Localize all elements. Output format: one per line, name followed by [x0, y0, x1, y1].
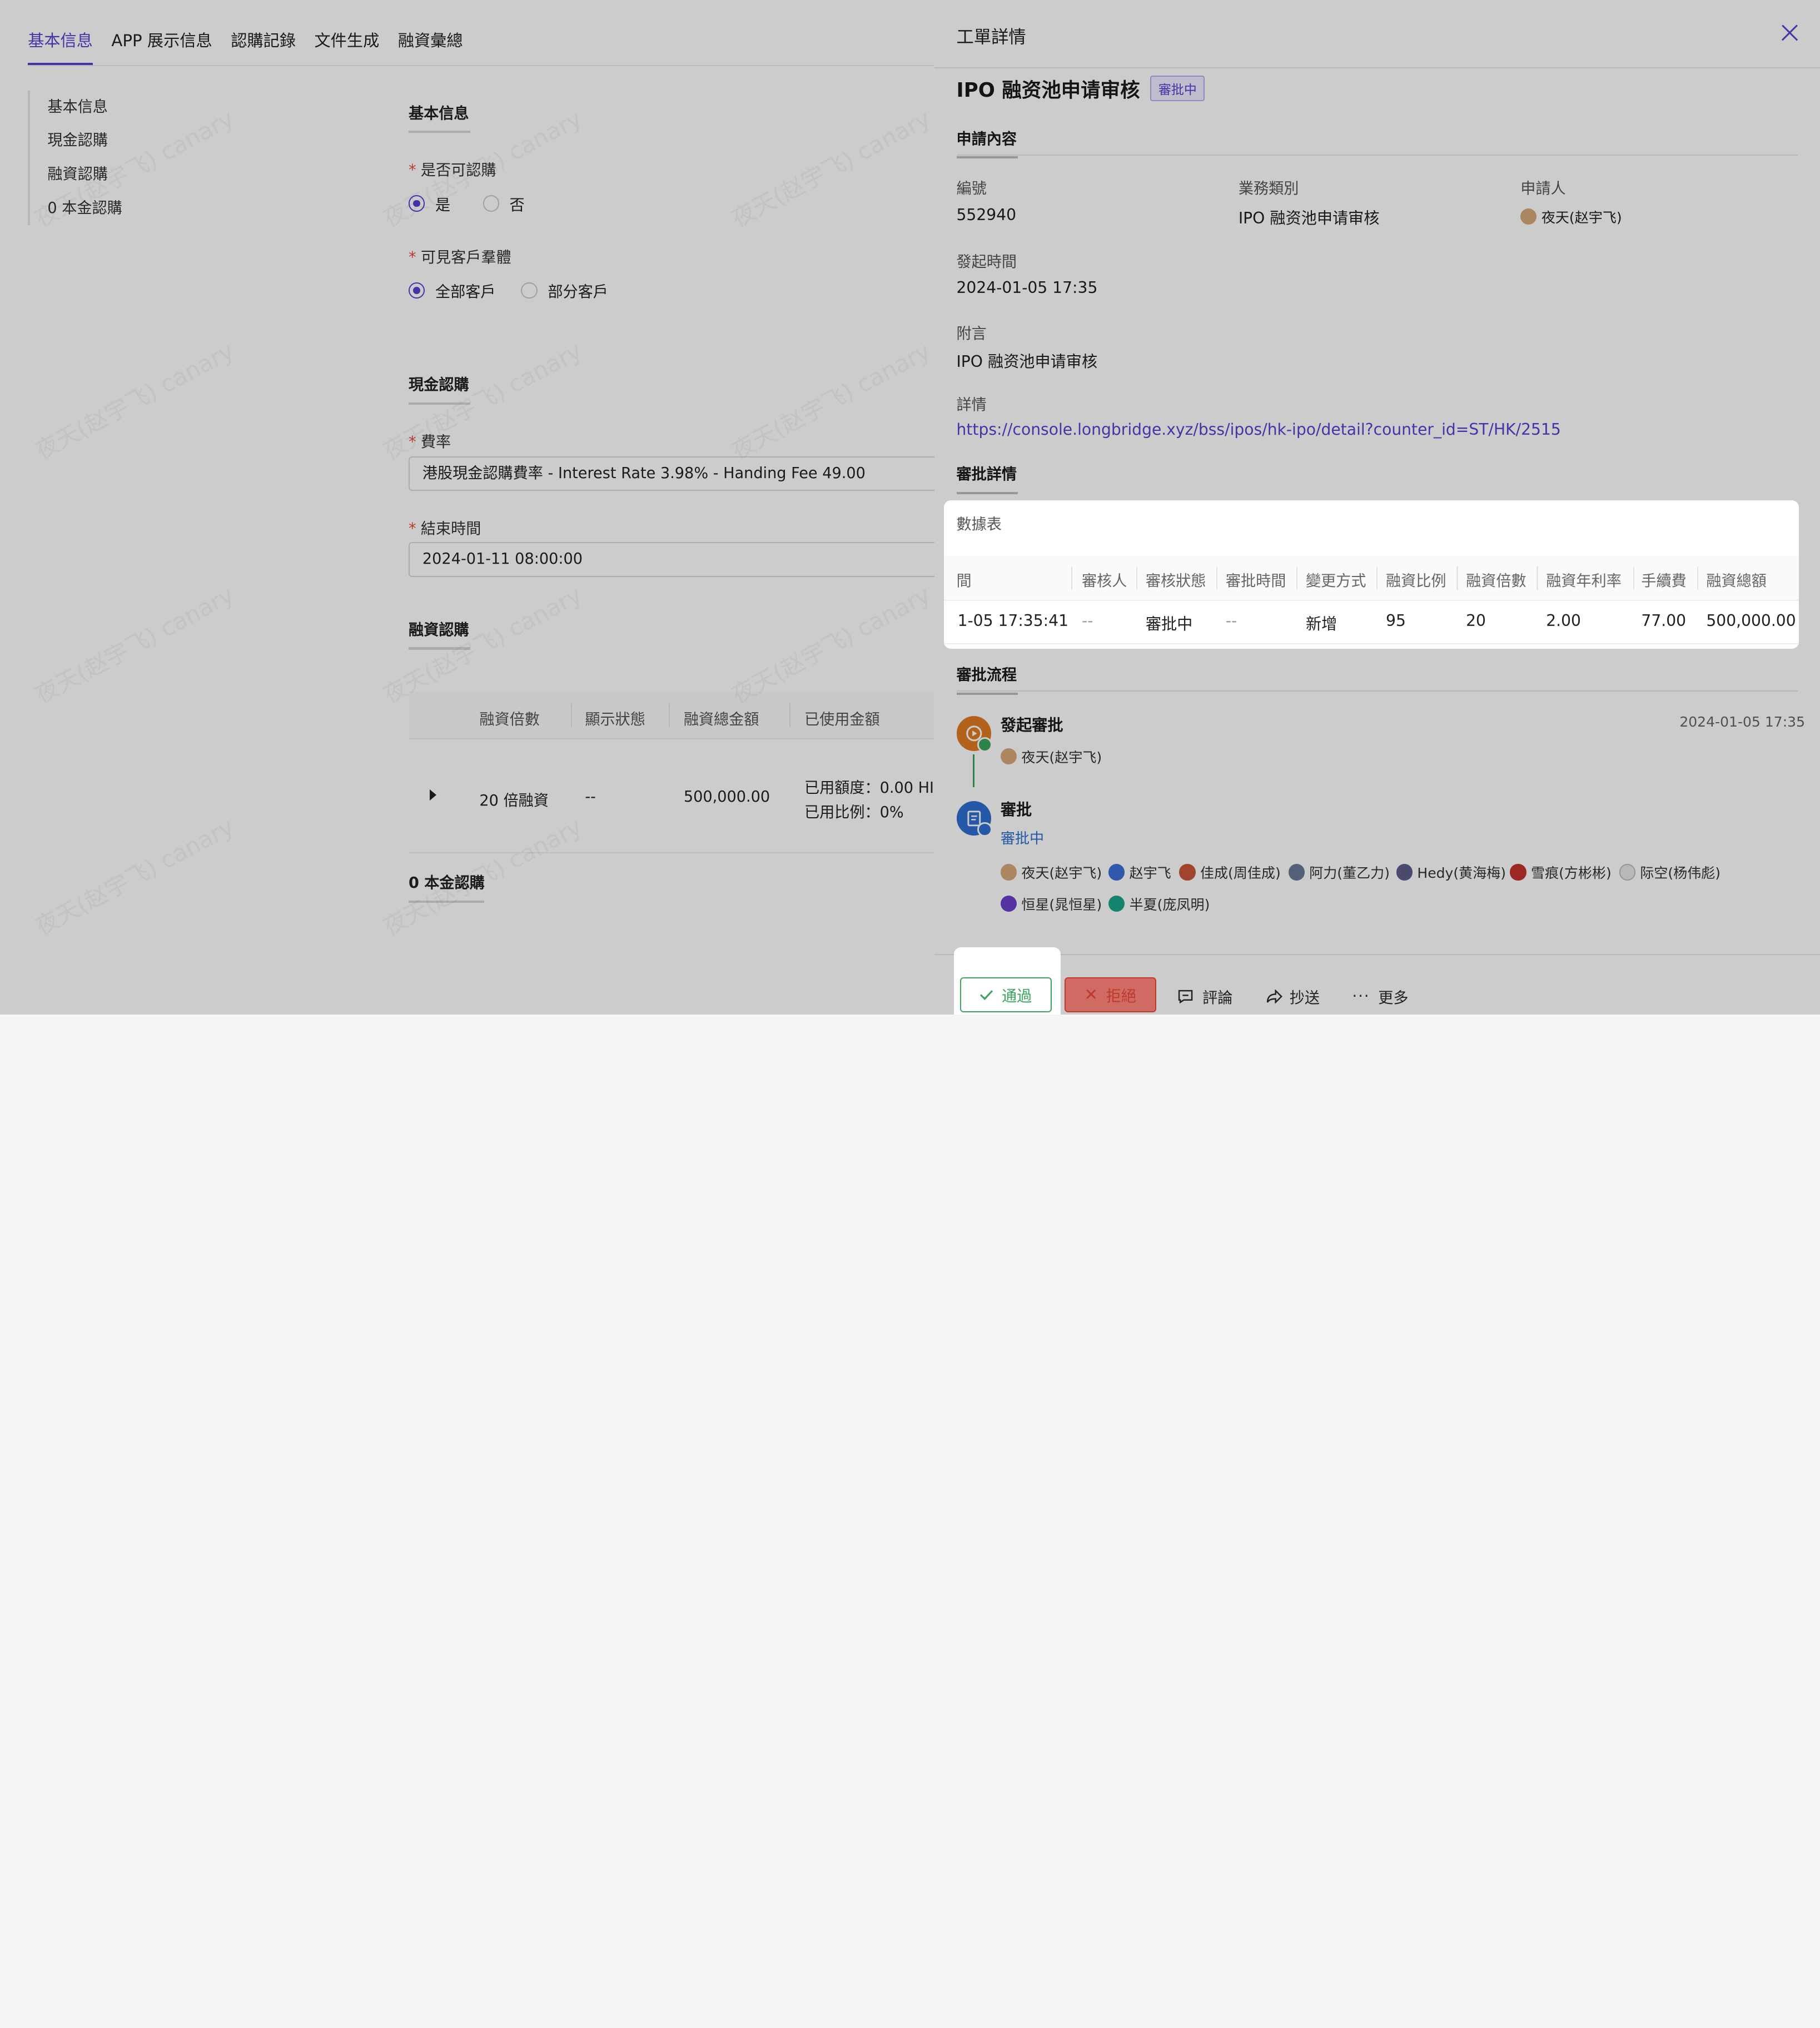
table-cell: 95	[1386, 612, 1406, 630]
table-cell: --	[1082, 612, 1093, 630]
close-icon: ✕	[1084, 985, 1098, 1005]
column-header: 融資倍數	[1466, 573, 1526, 590]
comment-icon	[1178, 990, 1193, 1003]
reject-button[interactable]: ✕ 拒絕	[1064, 977, 1156, 1012]
table-cell: 500,000.00	[1706, 612, 1796, 630]
approval-data-table: 數據表 間 審核人 審核狀態 審批時間 變更方式 融資比例 融資倍數 融資年利率…	[943, 500, 1799, 649]
table-row: 1-05 17:35:41 -- 審批中 -- 新增 95 20 2.00 77…	[943, 600, 1799, 644]
approve-button[interactable]: 通過	[959, 977, 1052, 1012]
table-cell: 審批中	[1145, 615, 1193, 634]
share-icon	[1266, 989, 1282, 1003]
column-header: 手續費	[1641, 573, 1687, 590]
column-header: 審核狀態	[1145, 573, 1206, 590]
table-cell: 77.00	[1641, 612, 1687, 630]
screen: 基本信息 APP 展示信息 認購記錄 文件生成 融資彙總 基本信息 現金認購 融…	[0, 0, 1820, 2028]
comment-button[interactable]: 評論	[1178, 986, 1232, 1007]
table-cell: --	[1225, 612, 1237, 630]
table-cell: 1-05 17:35:41	[957, 612, 1068, 630]
table-header: 間 審核人 審核狀態 審批時間 變更方式 融資比例 融資倍數 融資年利率 手續費…	[943, 556, 1799, 602]
more-button[interactable]: ··· 更多	[1352, 986, 1409, 1007]
cc-button[interactable]: 抄送	[1266, 986, 1320, 1007]
column-header: 審核人	[1082, 573, 1127, 590]
table-caption: 數據表	[956, 515, 1002, 533]
column-header: 變更方式	[1305, 573, 1366, 590]
table-cell: 新增	[1305, 615, 1337, 634]
table-cell: 20	[1466, 612, 1486, 630]
column-header: 融資年利率	[1546, 573, 1622, 590]
column-header: 融資總額	[1706, 573, 1767, 590]
page-overlay-mask[interactable]	[0, 0, 934, 1015]
column-header: 間	[956, 573, 972, 590]
column-header: 融資比例	[1386, 573, 1446, 590]
check-icon	[980, 990, 993, 1000]
column-header: 審批時間	[1225, 573, 1286, 590]
more-icon: ···	[1352, 987, 1370, 1005]
table-cell: 2.00	[1546, 612, 1581, 630]
